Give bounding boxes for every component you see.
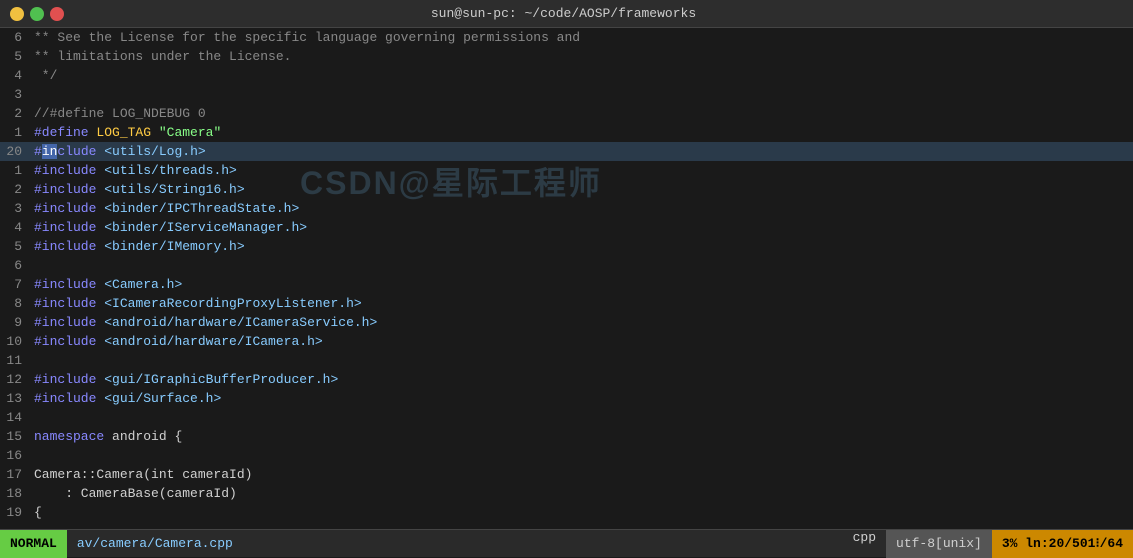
line-number: 6: [0, 256, 30, 275]
line-content: ** limitations under the License.: [30, 47, 1133, 66]
code-line: 4 */: [0, 66, 1133, 85]
line-content: #include <binder/IServiceManager.h>: [30, 218, 1133, 237]
line-number: 5: [0, 47, 30, 66]
code-line: 6: [0, 256, 1133, 275]
line-number: 13: [0, 389, 30, 408]
line-content: #include <binder/IPCThreadState.h>: [30, 199, 1133, 218]
line-number: 1: [0, 123, 30, 142]
code-line: 15namespace android {: [0, 427, 1133, 446]
code-line: 16: [0, 446, 1133, 465]
line-content: [30, 446, 1133, 465]
code-line: 4#include <binder/IServiceManager.h>: [0, 218, 1133, 237]
code-line: 14: [0, 408, 1133, 427]
line-number: 7: [0, 275, 30, 294]
code-line: 5#include <binder/IMemory.h>: [0, 237, 1133, 256]
line-content: : CameraBase(cameraId): [30, 484, 1133, 503]
line-content: #define LOG_TAG "Camera": [30, 123, 1133, 142]
line-content: #include <utils/String16.h>: [30, 180, 1133, 199]
line-number: 14: [0, 408, 30, 427]
titlebar: sun@sun-pc: ~/code/AOSP/frameworks: [0, 0, 1133, 28]
code-line: 18 : CameraBase(cameraId): [0, 484, 1133, 503]
line-number: 15: [0, 427, 30, 446]
line-number: 2: [0, 180, 30, 199]
line-number: 3: [0, 199, 30, 218]
line-number: 3: [0, 85, 30, 104]
minimize-button[interactable]: [10, 7, 24, 21]
window-controls[interactable]: [10, 7, 64, 21]
line-number: 17: [0, 465, 30, 484]
code-line: 2#include <utils/String16.h>: [0, 180, 1133, 199]
code-line: 3#include <binder/IPCThreadState.h>: [0, 199, 1133, 218]
code-line: 8#include <ICameraRecordingProxyListener…: [0, 294, 1133, 313]
code-line: 11: [0, 351, 1133, 370]
maximize-button[interactable]: [30, 7, 44, 21]
code-line: 20#include <utils/Log.h>: [0, 142, 1133, 161]
code-line: 1#include <utils/threads.h>: [0, 161, 1133, 180]
line-number: 16: [0, 446, 30, 465]
line-content: #include <binder/IMemory.h>: [30, 237, 1133, 256]
line-content: */: [30, 66, 1133, 85]
line-content: namespace android {: [30, 427, 1133, 446]
line-content: {: [30, 503, 1133, 522]
status-position: 3% ln:20/501⁝/64: [992, 530, 1133, 558]
line-number: 18: [0, 484, 30, 503]
code-line: 12#include <gui/IGraphicBufferProducer.h…: [0, 370, 1133, 389]
line-number: 6: [0, 28, 30, 47]
code-line: 10#include <android/hardware/ICamera.h>: [0, 332, 1133, 351]
line-content: [30, 256, 1133, 275]
titlebar-title: sun@sun-pc: ~/code/AOSP/frameworks: [64, 6, 1063, 21]
line-number: 4: [0, 218, 30, 237]
status-mode: NORMAL: [0, 530, 67, 558]
code-line: 1#define LOG_TAG "Camera": [0, 123, 1133, 142]
editor[interactable]: CSDN@星际工程师 6** See the License for the s…: [0, 28, 1133, 529]
line-number: 20: [0, 142, 30, 161]
line-number: 4: [0, 66, 30, 85]
line-content: #include <gui/Surface.h>: [30, 389, 1133, 408]
code-line: 19{: [0, 503, 1133, 522]
line-number: 9: [0, 313, 30, 332]
line-number: 12: [0, 370, 30, 389]
code-line: 5** limitations under the License.: [0, 47, 1133, 66]
statusbar: NORMAL av/camera/Camera.cpp cpp utf-8[un…: [0, 529, 1133, 557]
code-line: 6** See the License for the specific lan…: [0, 28, 1133, 47]
line-content: //#define LOG_NDEBUG 0: [30, 104, 1133, 123]
code-lines: 6** See the License for the specific lan…: [0, 28, 1133, 522]
status-encoding: utf-8[unix]: [886, 530, 992, 558]
line-content: #include <Camera.h>: [30, 275, 1133, 294]
line-content: [30, 351, 1133, 370]
line-content: Camera::Camera(int cameraId): [30, 465, 1133, 484]
code-line: 7#include <Camera.h>: [0, 275, 1133, 294]
line-content: #include <android/hardware/ICamera.h>: [30, 332, 1133, 351]
status-filetype: cpp: [843, 530, 886, 558]
line-content: #include <android/hardware/ICameraServic…: [30, 313, 1133, 332]
line-content: #include <gui/IGraphicBufferProducer.h>: [30, 370, 1133, 389]
code-line: 2//#define LOG_NDEBUG 0: [0, 104, 1133, 123]
line-number: 19: [0, 503, 30, 522]
line-number: 2: [0, 104, 30, 123]
line-number: 11: [0, 351, 30, 370]
line-content: [30, 408, 1133, 427]
line-content: #include <ICameraRecordingProxyListener.…: [30, 294, 1133, 313]
code-line: 3: [0, 85, 1133, 104]
line-number: 10: [0, 332, 30, 351]
line-content: #include <utils/Log.h>: [30, 142, 1133, 161]
code-line: 13#include <gui/Surface.h>: [0, 389, 1133, 408]
line-number: 5: [0, 237, 30, 256]
code-line: 17Camera::Camera(int cameraId): [0, 465, 1133, 484]
line-content: #include <utils/threads.h>: [30, 161, 1133, 180]
line-content: [30, 85, 1133, 104]
status-file: av/camera/Camera.cpp: [67, 536, 843, 551]
line-content: ** See the License for the specific lang…: [30, 28, 1133, 47]
code-line: 9#include <android/hardware/ICameraServi…: [0, 313, 1133, 332]
line-number: 1: [0, 161, 30, 180]
close-button[interactable]: [50, 7, 64, 21]
status-right: cpp utf-8[unix] 3% ln:20/501⁝/64: [843, 530, 1133, 558]
line-number: 8: [0, 294, 30, 313]
